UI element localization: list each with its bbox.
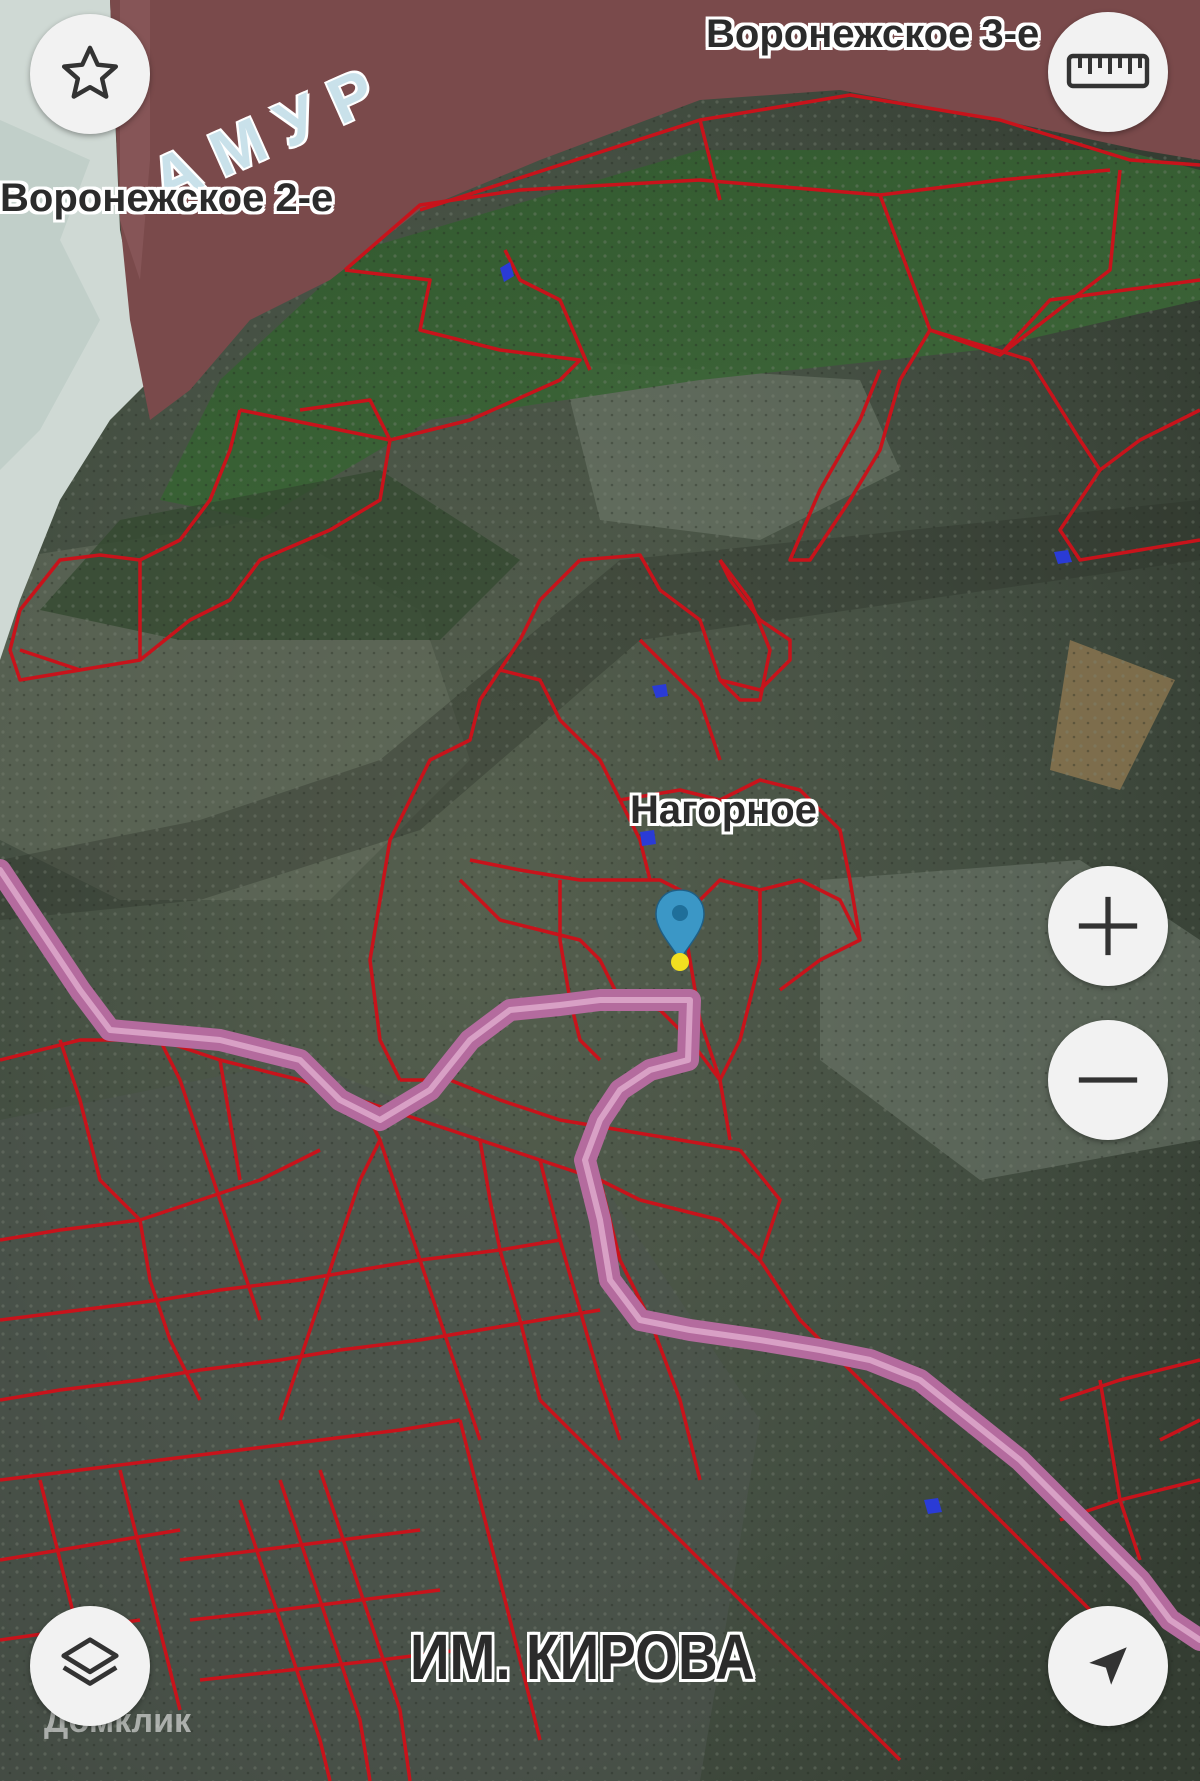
pin-dot [671,953,689,971]
layers-button[interactable] [30,1606,150,1726]
place-label-nagornoe: Нагорное [630,788,817,832]
ruler-icon [1066,53,1150,89]
minus-icon [1078,1077,1138,1083]
zoom-in-button[interactable] [1048,866,1168,986]
navigation-arrow-icon [1089,1647,1127,1685]
zoom-out-button[interactable] [1048,1020,1168,1140]
place-label-im-kirova: ИМ. КИРОВА [410,1621,755,1693]
satellite-map[interactable] [0,0,1200,1781]
layers-icon [61,1637,119,1686]
favorite-button[interactable] [30,14,150,134]
my-location-button[interactable] [1048,1606,1168,1726]
place-label-voronezhskoe-3: Воронежское 3-е [706,12,1040,56]
ruler-button[interactable] [1048,12,1168,132]
plus-icon [1078,896,1138,956]
place-label-voronezhskoe-2: Воронежское 2-е [0,176,334,220]
star-icon [61,45,119,99]
